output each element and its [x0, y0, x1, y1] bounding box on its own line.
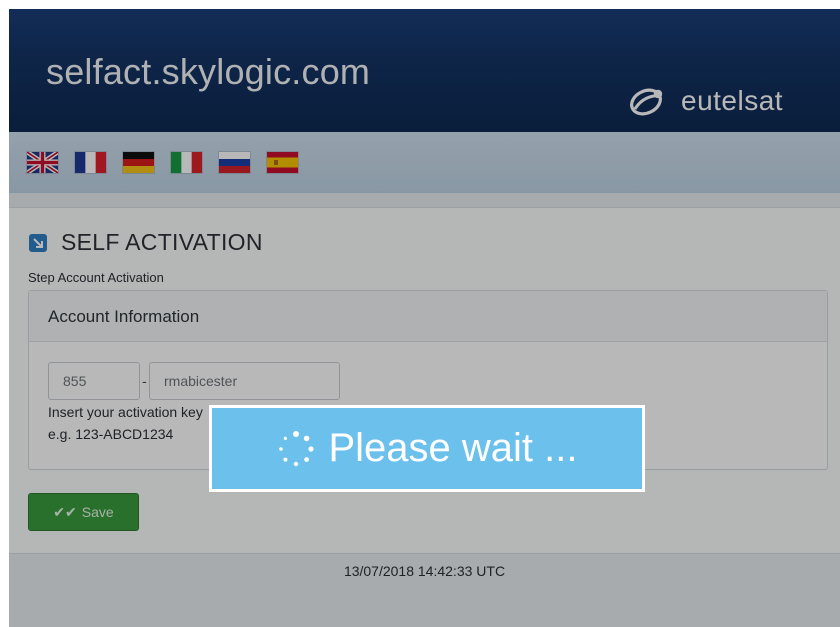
please-wait-text: Please wait ...: [328, 426, 578, 470]
spinner-icon: [279, 430, 315, 466]
modal-overlay: [9, 9, 840, 627]
please-wait-dialog: Please wait ...: [209, 405, 645, 492]
page-frame: selfact.skylogic.com eutelsat SELF ACTIV…: [9, 9, 840, 627]
